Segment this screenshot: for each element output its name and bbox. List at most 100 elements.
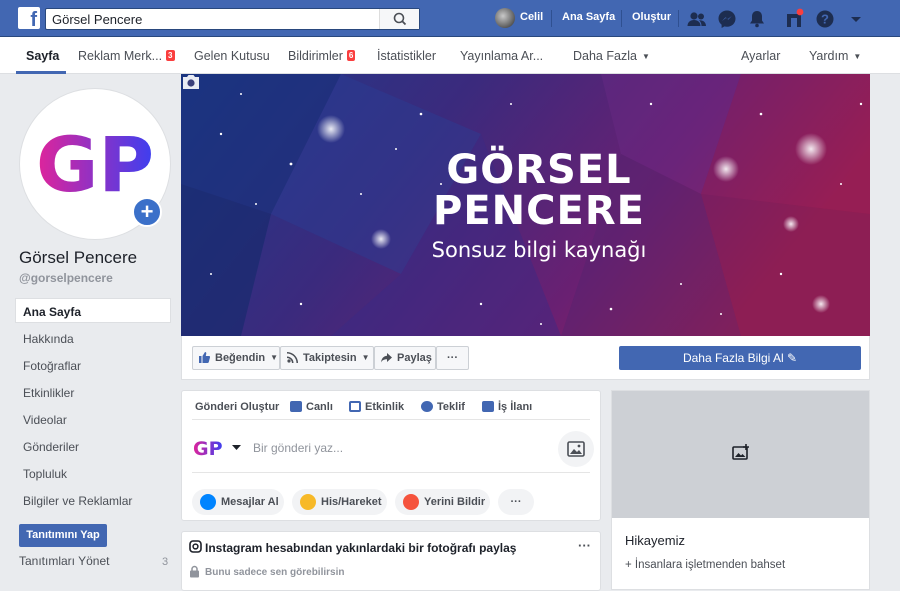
follow-button[interactable]: Takiptesin ▼ (280, 346, 374, 370)
our-story-card[interactable]: Hikayemiz + İnsanlara işletmenden bahset (611, 390, 870, 590)
account-menu-caret-icon[interactable] (845, 8, 867, 30)
pencil-icon: ✎ (787, 351, 798, 365)
tab-offer[interactable]: Teklif (421, 401, 465, 413)
briefcase-icon (482, 401, 494, 412)
create-link[interactable]: Oluştur (632, 11, 671, 23)
tab-label: Canlı (306, 401, 333, 413)
tab-notifications[interactable]: Bildirimler 6 (288, 49, 356, 63)
check-in-chip[interactable]: Yerini Bildir (395, 489, 490, 515)
promote-button[interactable]: Tanıtımını Yap (19, 524, 107, 547)
post-text-input[interactable]: Bir gönderi yaz... (253, 441, 343, 455)
update-profile-picture-button[interactable]: + (132, 197, 162, 227)
tab-more[interactable]: Daha Fazla ▼ (573, 49, 650, 63)
tab-create-post[interactable]: Gönderi Oluştur (195, 401, 279, 413)
help-icon[interactable]: ? (814, 8, 836, 30)
tab-label: Bildirimler (288, 49, 343, 63)
notifications-bell-icon[interactable] (746, 8, 768, 30)
tab-page[interactable]: Sayfa (26, 49, 59, 63)
search-icon (393, 12, 407, 26)
share-arrow-icon (381, 353, 392, 363)
story-image-placeholder[interactable] (612, 391, 869, 518)
chip-label: Yerini Bildir (424, 496, 486, 508)
tab-label: Teklif (437, 401, 465, 413)
friend-requests-icon[interactable] (686, 8, 708, 30)
count-badge: 3 (166, 50, 175, 61)
learn-more-button[interactable]: Daha Fazla Bilgi Al ✎ (619, 346, 861, 370)
messenger-icon[interactable] (716, 8, 738, 30)
cover-title-line: PENCERE (433, 188, 645, 234)
tab-label: Yayınlama Ar... (460, 49, 544, 63)
add-photo-button[interactable] (558, 431, 594, 467)
sidebar-item-posts[interactable]: Gönderiler (15, 433, 171, 458)
sidebar-item-videos[interactable]: Videolar (15, 406, 171, 431)
chevron-down-icon: ▼ (641, 52, 650, 61)
instagram-share-title: Instagram hesabından yakınlardaki bir fo… (205, 541, 517, 555)
search-input[interactable] (46, 9, 376, 29)
chevron-down-icon: ▼ (361, 353, 370, 362)
more-options-chip[interactable]: ··· (498, 489, 534, 515)
promotions-count: 3 (162, 556, 169, 568)
more-actions-button[interactable]: ··· (436, 346, 469, 370)
tab-label: Reklam Merk... (78, 49, 163, 63)
like-button[interactable]: Beğendin ▼ (192, 346, 280, 370)
tab-inbox[interactable]: Gelen Kutusu (194, 49, 270, 63)
tab-publishing-tools[interactable]: Yayınlama Ar... (460, 49, 543, 63)
post-as-selector[interactable]: GP (193, 435, 245, 466)
tab-event[interactable]: Etkinlik (349, 401, 404, 413)
offer-tag-icon (421, 401, 433, 412)
help-menu[interactable]: Yardım ▼ (809, 49, 861, 63)
instagram-share-card: Instagram hesabından yakınlardaki bir fo… (181, 531, 601, 591)
topbar-divider (678, 10, 679, 27)
page-action-bar: Beğendin ▼ Takiptesin ▼ Paylaş ··· Daha Fa… (181, 336, 870, 380)
home-link[interactable]: Ana Sayfa (562, 11, 615, 23)
chevron-down-icon: ▼ (270, 353, 279, 362)
page-username[interactable]: @gorselpencere (19, 271, 113, 285)
post-composer: Gönderi Oluştur Canlı Etkinlik Teklif İş… (181, 390, 601, 521)
page-nav-bar: Sayfa Reklam Merk... 3 Gelen Kutusu Bildi… (0, 37, 900, 74)
tab-label: İş İlanı (498, 401, 533, 413)
chip-label: His/Hareket (321, 496, 382, 508)
get-messages-chip[interactable]: Mesajlar Al (192, 489, 284, 515)
tab-label: Etkinlik (365, 401, 405, 413)
user-avatar[interactable] (495, 8, 515, 28)
user-profile-link[interactable]: Celil (520, 11, 543, 23)
share-button[interactable]: Paylaş (374, 346, 436, 370)
learn-more-label: Daha Fazla Bilgi Al (682, 351, 784, 365)
topbar-divider (621, 10, 622, 27)
divider (192, 472, 590, 473)
calendar-icon (349, 401, 361, 412)
messenger-icon (200, 494, 216, 510)
sidebar-item-community[interactable]: Topluluk (15, 460, 171, 485)
tab-insights[interactable]: İstatistikler (377, 49, 436, 63)
gp-small-logo-text: GP (193, 438, 223, 460)
manage-promotions-link[interactable]: Tanıtımları Yönet (19, 554, 110, 568)
chip-label: Mesajlar Al (221, 496, 279, 508)
sidebar-item-info-and-ads[interactable]: Bilgiler ve Reklamlar (15, 487, 171, 512)
location-pin-icon (403, 494, 419, 510)
tab-job-post[interactable]: İş İlanı (482, 401, 532, 413)
search-button[interactable] (379, 9, 419, 29)
tab-label: İstatistikler (377, 49, 437, 63)
tab-ad-center[interactable]: Reklam Merk... 3 (78, 49, 175, 63)
camera-icon[interactable] (181, 74, 201, 90)
tab-label: Daha Fazla (573, 49, 637, 63)
tab-live[interactable]: Canlı (290, 401, 333, 413)
facebook-logo-icon[interactable]: f (18, 7, 40, 29)
cover-photo[interactable]: GÖRSEL PENCERE Sonsuz bilgi kaynağı (181, 74, 870, 336)
sidebar-item-about[interactable]: Hakkında (15, 325, 171, 350)
svg-text:?: ? (821, 12, 829, 27)
gp-logo-text: GP (36, 120, 154, 209)
page-manager-icon[interactable] (783, 8, 805, 30)
sidebar-item-events[interactable]: Etkinlikler (15, 379, 171, 404)
sidebar-item-home[interactable]: Ana Sayfa (15, 298, 171, 323)
privacy-note: Bunu sadece sen görebilirsin (205, 567, 345, 578)
tab-label: Sayfa (26, 49, 60, 63)
gp-small-logo: GP (193, 438, 241, 460)
settings-link[interactable]: Ayarlar (741, 49, 780, 63)
feeling-activity-chip[interactable]: His/Hareket (292, 489, 387, 515)
add-photo-icon (732, 444, 749, 460)
cover-title-line: GÖRSEL (446, 147, 632, 193)
more-options-button[interactable]: ··· (578, 538, 591, 553)
sidebar-item-photos[interactable]: Fotoğraflar (15, 352, 171, 377)
tell-people-link[interactable]: + İnsanlara işletmenden bahset (625, 559, 785, 571)
